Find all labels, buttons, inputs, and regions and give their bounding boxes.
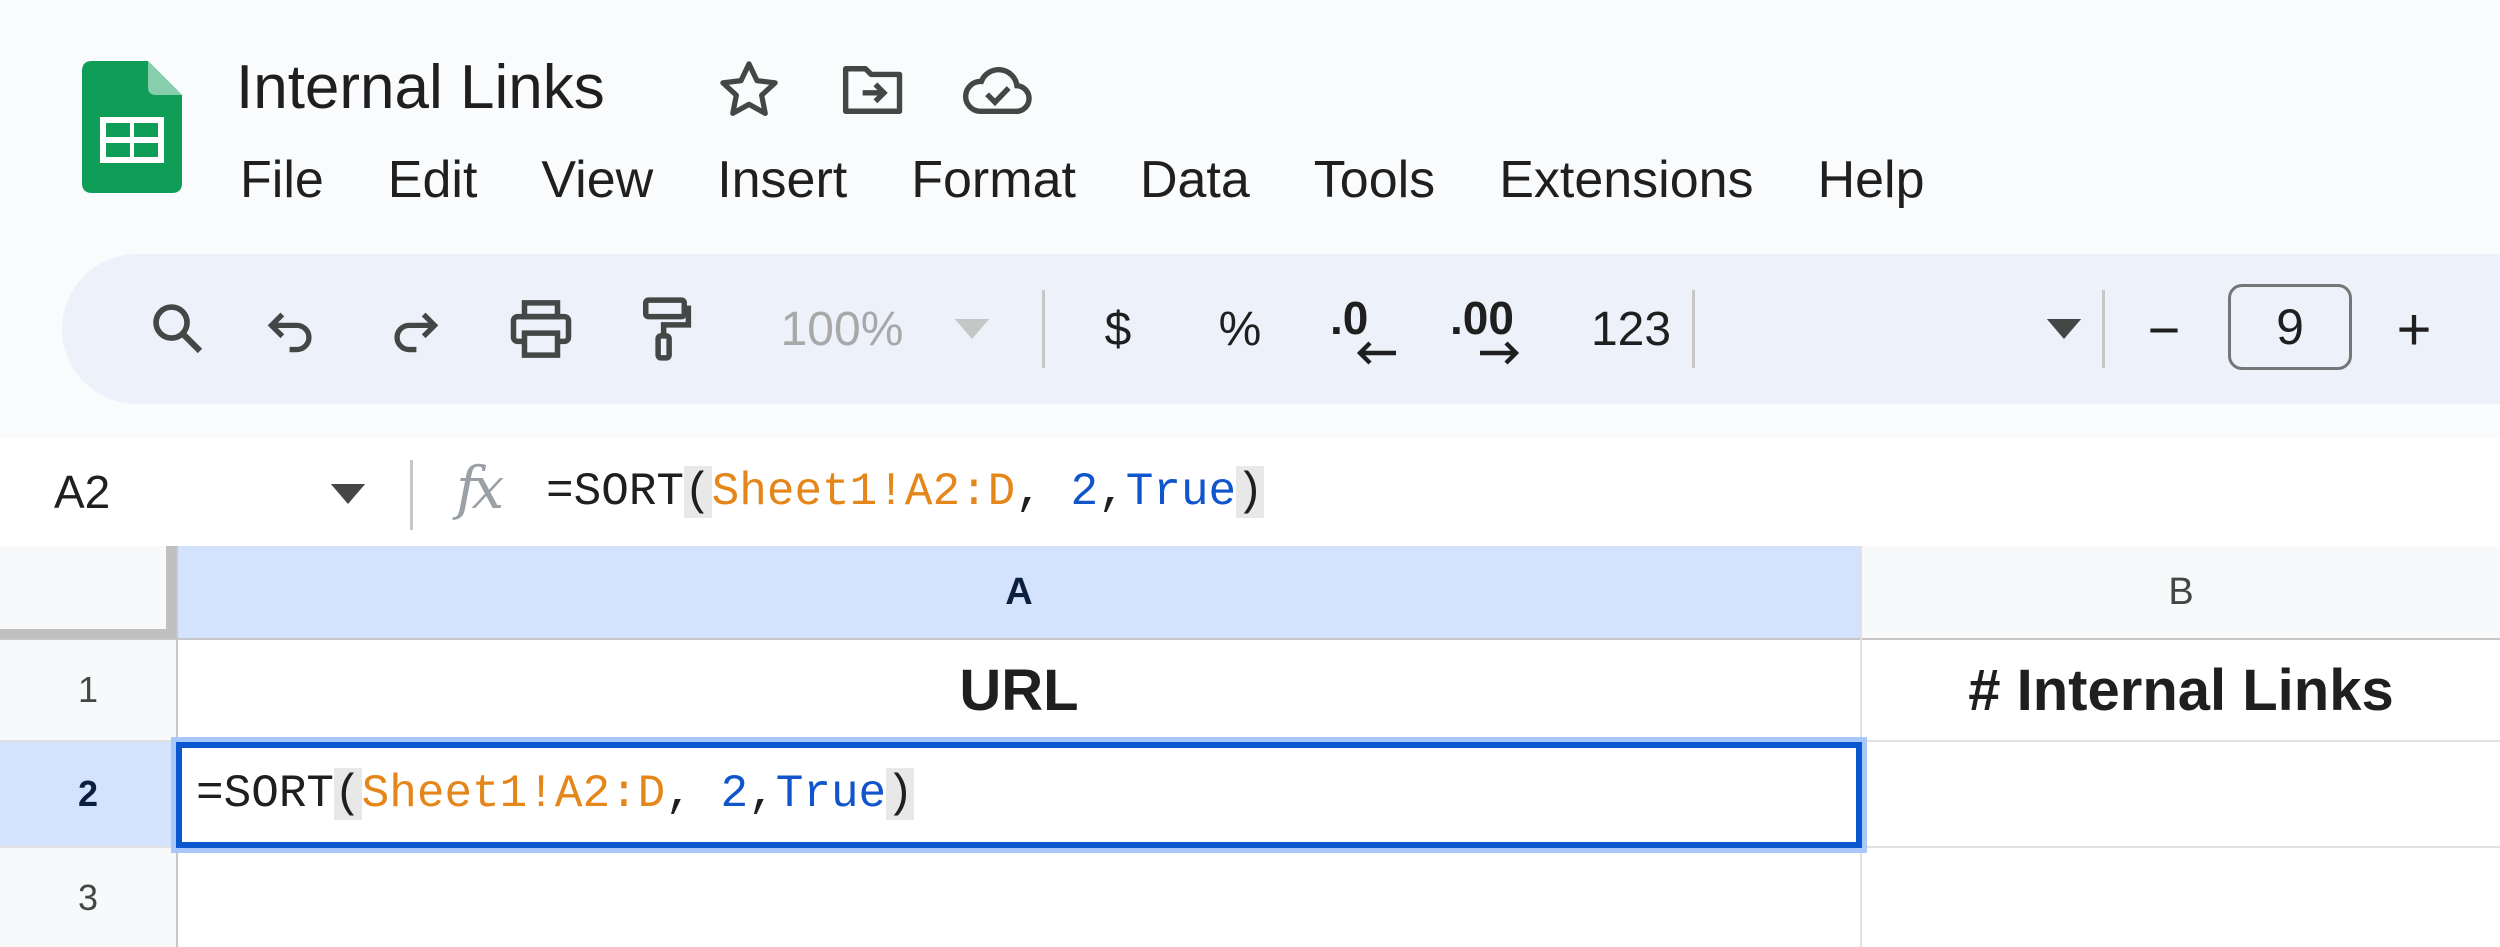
redo-button[interactable] <box>364 254 464 404</box>
cell-a1[interactable]: URL <box>178 640 1860 740</box>
formula-boolean: True <box>775 768 887 820</box>
decrease-font-size-button[interactable]: − <box>2124 254 2204 404</box>
menu-edit[interactable]: Edit <box>356 150 510 210</box>
row-header-3[interactable]: 3 <box>0 848 176 947</box>
paint-format-button[interactable] <box>610 254 720 404</box>
zoom-select[interactable]: 100% <box>762 254 922 404</box>
toolbar: 100% $ % .0 .00 123 − 9 + <box>62 254 2500 404</box>
increase-decimal-button[interactable]: .00 <box>1438 254 1548 404</box>
document-title[interactable]: Internal Links <box>236 48 605 128</box>
formula-range: Sheet1!A2:D <box>361 768 666 820</box>
menu-format[interactable]: Format <box>879 150 1108 210</box>
frozen-column-handle[interactable] <box>166 546 176 639</box>
menu-insert[interactable]: Insert <box>685 150 879 210</box>
formula-boolean: True <box>1125 466 1237 518</box>
paint-format-icon <box>643 297 692 361</box>
menu-data[interactable]: Data <box>1108 150 1282 210</box>
chevron-down-icon <box>954 319 990 339</box>
percent-format-button[interactable]: % <box>1190 254 1290 404</box>
print-button[interactable] <box>486 254 596 404</box>
formula-close-paren: ) <box>886 768 914 820</box>
menu-extensions[interactable]: Extensions <box>1467 150 1785 210</box>
formula-number: 2 <box>1070 466 1099 518</box>
print-icon <box>510 300 572 358</box>
formula-number: 2 <box>720 768 749 820</box>
menu-bar: File Edit View Insert Format Data Tools … <box>224 140 1957 220</box>
move-to-folder-icon[interactable] <box>840 52 908 128</box>
column-header-b[interactable]: B <box>1862 546 2500 639</box>
formula-open-paren: ( <box>684 466 712 518</box>
formula-separator: , <box>1098 466 1126 518</box>
chevron-down-icon[interactable] <box>330 484 366 504</box>
search-icon <box>153 304 203 354</box>
formula-bar: A2 fx =SORT(Sheet1!A2:D, 2,True) <box>0 438 2500 546</box>
menu-view[interactable]: View <box>509 150 685 210</box>
increase-font-size-button[interactable]: + <box>2374 254 2454 404</box>
cell-b3[interactable] <box>1862 848 2500 947</box>
toolbar-divider <box>1042 290 1045 368</box>
arrow-left-icon <box>1356 341 1396 365</box>
formula-separator: , <box>665 768 721 820</box>
formula-open-paren: ( <box>334 768 362 820</box>
formula-divider <box>410 460 413 530</box>
cell-a3[interactable] <box>178 848 1860 947</box>
more-formats-button[interactable]: 123 <box>1566 254 1696 404</box>
zoom-dropdown-arrow[interactable] <box>942 254 1002 404</box>
decrease-decimal-label: .0 <box>1330 292 1369 344</box>
font-dropdown-arrow[interactable] <box>2024 254 2104 404</box>
formula-function: =SORT <box>196 768 335 820</box>
menu-help[interactable]: Help <box>1786 150 1957 210</box>
active-cell-a2[interactable]: =SORT(Sheet1!A2:D, 2,True) <box>176 742 1862 848</box>
search-menus-button[interactable] <box>124 254 232 404</box>
redo-icon <box>394 312 439 353</box>
decrease-decimal-button[interactable]: .0 <box>1314 254 1414 404</box>
undo-icon <box>267 312 312 353</box>
star-icon[interactable] <box>716 52 782 128</box>
increase-decimal-label: .00 <box>1450 292 1514 344</box>
column-header-a[interactable]: A <box>178 546 1860 639</box>
menu-tools[interactable]: Tools <box>1282 150 1467 210</box>
formula-function: =SORT <box>546 466 685 518</box>
row-header-1[interactable]: 1 <box>0 640 176 740</box>
currency-format-button[interactable]: $ <box>1068 254 1168 404</box>
font-size-input[interactable]: 9 <box>2228 284 2352 370</box>
formula-range: Sheet1!A2:D <box>711 466 1016 518</box>
select-all-corner[interactable] <box>0 546 176 639</box>
toolbar-divider <box>2102 290 2105 368</box>
toolbar-divider <box>1692 290 1695 368</box>
spreadsheet-grid: A B 1 2 3 URL # Internal Links =SORT(She… <box>0 546 2500 947</box>
formula-close-paren: ) <box>1236 466 1264 518</box>
cell-editor-formula[interactable]: =SORT(Sheet1!A2:D, 2,True) <box>196 762 914 826</box>
cell-b2[interactable] <box>1862 742 2500 846</box>
fx-icon: fx <box>456 454 504 522</box>
name-box[interactable]: A2 <box>54 438 110 546</box>
formula-input[interactable]: =SORT(Sheet1!A2:D, 2,True) <box>546 462 1264 522</box>
arrow-right-icon <box>1480 341 1520 365</box>
cloud-saved-icon[interactable] <box>960 52 1034 128</box>
menu-file[interactable]: File <box>224 150 356 210</box>
formula-separator: , <box>1015 466 1071 518</box>
sheets-logo-icon <box>82 61 182 193</box>
cell-b1[interactable]: # Internal Links <box>1862 640 2500 740</box>
sheets-logo[interactable] <box>82 61 182 193</box>
undo-button[interactable] <box>242 254 342 404</box>
chevron-down-icon <box>2046 319 2082 339</box>
row-header-2[interactable]: 2 <box>0 742 176 846</box>
formula-separator: , <box>748 768 776 820</box>
